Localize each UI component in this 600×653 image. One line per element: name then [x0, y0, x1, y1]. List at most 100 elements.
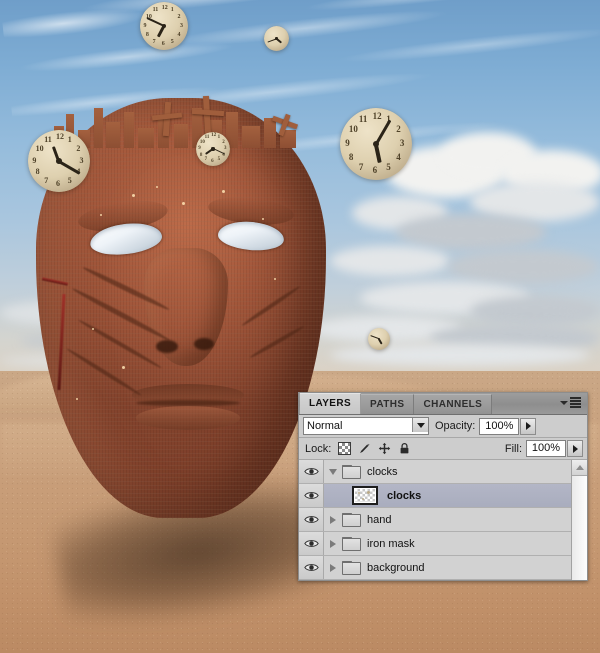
cloud	[470, 296, 600, 326]
group-expand-triangle[interactable]	[324, 515, 342, 524]
layer-list: clocks clocks hand iron mask background	[299, 460, 587, 580]
clock-numeral: 5	[67, 176, 72, 185]
clock-numeral: 3	[79, 155, 84, 165]
mask-speck	[92, 328, 94, 330]
tab-paths[interactable]: PATHS	[361, 394, 415, 414]
panel-menu-icon[interactable]	[560, 396, 582, 409]
hamburger-icon	[570, 397, 581, 408]
layer-row-iron-mask[interactable]: iron mask	[299, 532, 587, 556]
opacity-label: Opacity:	[435, 420, 476, 432]
clock-numeral: 8	[145, 31, 149, 38]
layer-row-hand[interactable]: hand	[299, 508, 587, 532]
clock-numeral: 9	[198, 146, 201, 152]
layer-name: clocks	[367, 465, 398, 478]
mask-speck	[262, 218, 264, 220]
mask-speck	[156, 186, 158, 188]
mask-speck	[182, 202, 185, 205]
cloud	[448, 250, 598, 284]
transparency-checker	[355, 489, 375, 502]
fill-input[interactable]: 100%	[526, 440, 566, 457]
folder-icon	[342, 536, 361, 551]
layers-scrollbar[interactable]	[571, 460, 587, 580]
clock-numeral: 12	[161, 4, 168, 11]
scroll-up-button[interactable]	[572, 460, 587, 476]
clock-numeral: 8	[199, 152, 203, 158]
clock-numeral: 9	[143, 22, 147, 29]
clock-numeral: 5	[386, 161, 391, 172]
tab-channels[interactable]: CHANNELS	[414, 394, 493, 414]
triangle-right-icon	[330, 515, 336, 524]
mask-speck	[222, 190, 225, 193]
clock-numeral: 10	[199, 139, 205, 145]
triangle-down-icon	[329, 468, 337, 475]
layer-row-clocks[interactable]: clocks	[299, 460, 587, 484]
lock-all-icon[interactable]	[398, 442, 411, 455]
clock-numeral: 5	[217, 157, 221, 163]
group-expand-triangle[interactable]	[324, 563, 342, 572]
eye-icon	[303, 564, 319, 571]
clock-numeral: 9	[32, 155, 37, 165]
clock-numeral: 2	[222, 139, 225, 145]
screenshot-root: 1212345678910111212345678910111212345678…	[0, 0, 600, 653]
layer-name: background	[367, 561, 425, 574]
clock-numeral: 3	[180, 22, 183, 29]
fill-control: 100%	[526, 440, 583, 457]
layers-panel: LAYERS PATHS CHANNELS Normal Opacity: 10…	[298, 392, 588, 581]
clock-right-large: 121234567891011	[340, 108, 412, 180]
layer-visibility-toggle[interactable]	[299, 532, 324, 555]
layer-row-clocks[interactable]: clocks	[299, 484, 587, 508]
triangle-right-icon	[330, 539, 336, 548]
clock-numeral: 12	[211, 133, 217, 139]
clock-numeral: 8	[348, 151, 354, 162]
layer-row-background[interactable]: background	[299, 556, 587, 580]
lock-image-pixels-icon[interactable]	[358, 442, 371, 455]
opacity-slider-arrow[interactable]	[520, 417, 537, 435]
layer-thumbnail[interactable]	[352, 486, 378, 505]
eye-icon	[303, 492, 319, 499]
clock-numeral: 7	[44, 176, 49, 185]
cloud	[396, 214, 546, 250]
layer-visibility-toggle[interactable]	[299, 484, 324, 507]
clock-numeral: 11	[358, 114, 368, 125]
clock-numeral: 1	[217, 135, 221, 141]
clock-numeral: 9	[345, 138, 350, 149]
layer-visibility-toggle[interactable]	[299, 556, 324, 579]
opacity-input[interactable]: 100%	[479, 417, 520, 435]
clock-center-hub	[378, 338, 380, 340]
panel-tab-bar: LAYERS PATHS CHANNELS	[299, 393, 587, 415]
eye-icon	[303, 540, 319, 547]
clock-center-hub	[275, 37, 278, 40]
folder-icon	[342, 464, 361, 479]
mask-speck	[122, 366, 125, 369]
group-collapse-triangle[interactable]	[324, 468, 342, 475]
group-expand-triangle[interactable]	[324, 539, 342, 548]
blend-mode-select[interactable]: Normal	[303, 417, 429, 435]
cloud	[330, 246, 450, 276]
clock-numeral: 11	[204, 135, 210, 141]
blend-mode-dropdown-arrow[interactable]	[412, 418, 428, 432]
tab-layers[interactable]: LAYERS	[300, 393, 362, 414]
layer-visibility-toggle[interactable]	[299, 460, 324, 483]
lock-transparent-pixels-icon[interactable]	[338, 442, 352, 455]
clock-center-hub	[211, 147, 215, 151]
clock-numeral: 11	[152, 6, 159, 13]
clock-numeral: 10	[35, 143, 44, 153]
layer-visibility-toggle[interactable]	[299, 508, 324, 531]
clock-numeral: 1	[67, 135, 72, 145]
clock-top-right-small	[264, 26, 289, 51]
clock-numeral: 4	[396, 151, 401, 162]
clock-numeral: 4	[177, 31, 181, 38]
cloud	[330, 344, 590, 366]
chevron-down-icon	[416, 422, 425, 428]
triangle-right-icon	[572, 444, 578, 453]
clock-numeral: 8	[35, 167, 40, 177]
lock-label: Lock:	[305, 442, 332, 455]
mask-lower-lip	[136, 406, 240, 430]
lock-position-icon[interactable]	[378, 442, 391, 455]
mask-nostril-left	[156, 340, 178, 353]
triangle-right-icon	[330, 563, 336, 572]
clock-numeral: 11	[44, 135, 52, 145]
fill-slider-arrow[interactable]	[567, 440, 583, 457]
clock-numeral: 6	[211, 159, 214, 165]
clock-lower-right-small	[368, 328, 390, 350]
